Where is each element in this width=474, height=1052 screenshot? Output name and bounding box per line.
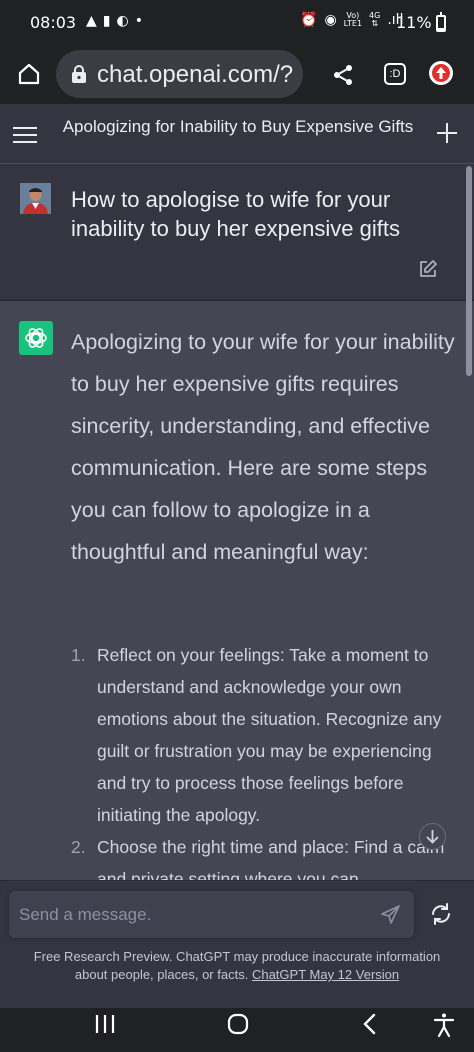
status-time: 08:03 xyxy=(30,13,77,32)
scroll-down-icon xyxy=(426,830,439,844)
user-message: How to apologise to wife for your inabil… xyxy=(0,164,474,301)
recent-apps-icon[interactable] xyxy=(94,1014,116,1034)
user-message-text: How to apologise to wife for your inabil… xyxy=(71,187,400,241)
browser-toolbar: chat.openai.com/? :D xyxy=(0,46,474,104)
new-chat-icon[interactable] xyxy=(436,122,458,144)
status-system-icons: ⏰ ◉ Vo) LTE1 4G ⇅ .ıll xyxy=(300,11,403,29)
location-icon: ◉ xyxy=(324,12,337,28)
share-icon[interactable] xyxy=(331,63,355,87)
avatar xyxy=(20,183,51,214)
upload-icon[interactable] xyxy=(429,61,453,85)
send-icon[interactable] xyxy=(380,904,401,925)
version-link[interactable]: ChatGPT May 12 Version xyxy=(252,967,399,982)
accessibility-icon[interactable] xyxy=(432,1012,456,1038)
chat-header: Apologizing for Inability to Buy Expensi… xyxy=(0,104,474,164)
message-input[interactable] xyxy=(19,891,369,938)
chat-title: Apologizing for Inability to Buy Expensi… xyxy=(62,117,414,136)
home-icon[interactable] xyxy=(17,62,41,86)
list-item-text: Choose the right time and place: Find a … xyxy=(97,837,445,880)
menu-icon[interactable] xyxy=(13,126,37,144)
composer: Free Research Preview. ChatGPT may produ… xyxy=(0,880,474,1008)
url-bar[interactable]: chat.openai.com/? xyxy=(56,50,303,98)
upload-arrow-icon xyxy=(436,67,446,79)
scrollbar-thumb[interactable] xyxy=(466,166,472,376)
steps-list: 1. Reflect on your feelings: Take a mome… xyxy=(71,639,451,880)
message-input-box xyxy=(9,891,414,938)
back-icon[interactable] xyxy=(359,1012,381,1036)
scrollbar[interactable] xyxy=(464,164,474,880)
home-button-icon[interactable] xyxy=(226,1012,250,1036)
regenerate-icon[interactable] xyxy=(429,902,453,926)
system-nav-bar xyxy=(0,1008,474,1052)
status-notification-icons: ▲▮◐• xyxy=(86,13,149,29)
list-item-text: Reflect on your feelings: Take a moment … xyxy=(97,645,442,825)
list-item: 1. Reflect on your feelings: Take a mome… xyxy=(71,639,451,831)
lock-icon xyxy=(72,65,86,83)
signal-4g-icon: 4G ⇅ xyxy=(369,11,381,28)
sim-icon: ▮ xyxy=(102,13,117,29)
alarm-icon: ⏰ xyxy=(300,12,318,28)
volte-icon: Vo) LTE1 xyxy=(343,11,363,28)
dot-icon: • xyxy=(134,13,149,29)
list-item-number: 2. xyxy=(71,837,86,857)
list-item: 2. Choose the right time and place: Find… xyxy=(71,831,451,880)
scroll-down-button[interactable] xyxy=(419,823,446,850)
url-text: chat.openai.com/? xyxy=(97,61,294,88)
list-item-number: 1. xyxy=(71,645,86,665)
battery-icon xyxy=(436,12,446,32)
battery-percent: 11% xyxy=(396,13,432,32)
assistant-intro: Apologizing to your wife for your inabil… xyxy=(71,330,455,564)
disclaimer: Free Research Preview. ChatGPT may produ… xyxy=(16,948,458,984)
chatgpt-logo-icon xyxy=(19,321,53,355)
alert-icon: ▲ xyxy=(86,13,103,29)
dnd-icon: ◐ xyxy=(116,13,135,29)
status-bar: 08:03 ▲▮◐• ⏰ ◉ Vo) LTE1 4G ⇅ .ıll 11% xyxy=(0,0,474,46)
assistant-message: Apologizing to your wife for your inabil… xyxy=(0,301,474,880)
tab-switcher-icon[interactable]: :D xyxy=(384,63,406,85)
edit-icon[interactable] xyxy=(418,259,438,279)
